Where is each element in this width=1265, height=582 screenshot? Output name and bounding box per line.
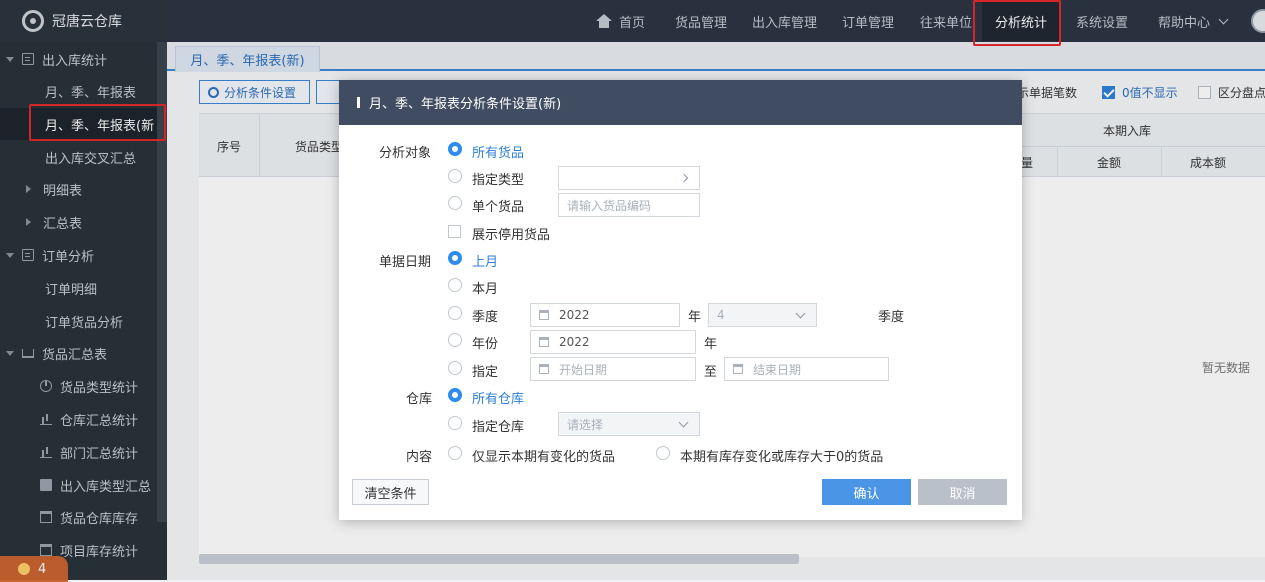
last-month-label[interactable]: 上月: [472, 251, 498, 270]
radio-wh-specific[interactable]: [448, 416, 462, 430]
radio-target-type[interactable]: [448, 169, 462, 183]
quarter-unit: 季度: [878, 310, 905, 325]
chevron-down-icon: [678, 417, 689, 428]
wh-all-label[interactable]: 所有仓库: [472, 388, 524, 407]
chevron-right-icon: [679, 173, 689, 183]
content-stock-label[interactable]: 本期有库存变化或库存大于0的货品: [680, 446, 883, 465]
date-to-label: 至: [704, 365, 718, 380]
this-month-label[interactable]: 本月: [472, 278, 498, 297]
year-input[interactable]: 2022: [530, 330, 696, 354]
warehouse-label: 仓库: [406, 392, 433, 407]
quarter-year-unit: 年: [688, 310, 702, 325]
custom-label[interactable]: 指定: [472, 361, 498, 380]
radio-custom[interactable]: [448, 361, 462, 375]
show-disabled-label[interactable]: 展示停用货品: [472, 224, 550, 243]
goods-type-picker[interactable]: [558, 166, 700, 190]
show-disabled-checkbox[interactable]: [448, 225, 461, 238]
radio-wh-all[interactable]: [448, 388, 462, 402]
calendar-icon: [539, 337, 549, 347]
dialog-title: 月、季、年报表分析条件设置(新): [369, 97, 562, 112]
date-label: 单据日期: [379, 255, 432, 270]
quarter-label[interactable]: 季度: [472, 306, 498, 325]
end-date-input[interactable]: 结束日期: [724, 357, 889, 381]
radio-content-stock[interactable]: [656, 446, 670, 460]
target-label: 分析对象: [379, 146, 432, 161]
radio-target-single[interactable]: [448, 196, 462, 210]
calendar-icon: [733, 364, 743, 374]
quarter-select[interactable]: 4: [708, 303, 817, 327]
radio-year[interactable]: [448, 333, 462, 347]
confirm-button[interactable]: 确认: [822, 479, 911, 505]
target-type-label[interactable]: 指定类型: [472, 169, 524, 188]
calendar-icon: [539, 310, 549, 320]
wh-specific-label[interactable]: 指定仓库: [472, 416, 524, 435]
year-label[interactable]: 年份: [472, 333, 498, 352]
radio-last-month[interactable]: [448, 251, 462, 265]
start-date-input[interactable]: 开始日期: [530, 357, 696, 381]
radio-content-changed[interactable]: [448, 446, 462, 460]
warehouse-select[interactable]: 请选择: [558, 412, 700, 436]
radio-quarter[interactable]: [448, 306, 462, 320]
content-label: 内容: [406, 450, 433, 465]
year-unit: 年: [704, 337, 718, 352]
radio-target-all[interactable]: [448, 142, 462, 156]
quarter-year-input[interactable]: 2022: [530, 303, 680, 327]
clear-button[interactable]: 清空条件: [352, 479, 429, 505]
target-single-label[interactable]: 单个货品: [472, 196, 524, 215]
dialog-header: 月、季、年报表分析条件设置(新): [339, 80, 1022, 125]
calendar-icon: [539, 364, 549, 374]
content-changed-label[interactable]: 仅显示本期有变化的货品: [472, 446, 615, 465]
goods-code-input[interactable]: 请输入货品编码: [558, 193, 700, 217]
radio-this-month[interactable]: [448, 278, 462, 292]
cancel-button[interactable]: 取消: [918, 479, 1007, 505]
title-marker: [357, 97, 360, 108]
chevron-down-icon: [795, 308, 806, 319]
target-all-label[interactable]: 所有货品: [472, 142, 524, 161]
condition-dialog: 月、季、年报表分析条件设置(新) 分析对象 所有货品 指定类型 单个货品 请输入…: [339, 80, 1022, 520]
